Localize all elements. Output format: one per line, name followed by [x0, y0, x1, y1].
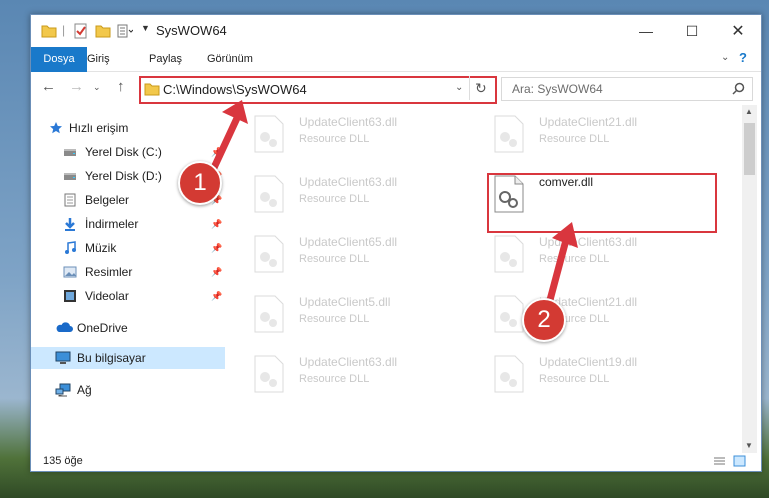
annotation-arrows	[208, 100, 578, 301]
step-1-badge: 1	[178, 161, 222, 205]
step-2-badge: 2	[522, 298, 566, 342]
